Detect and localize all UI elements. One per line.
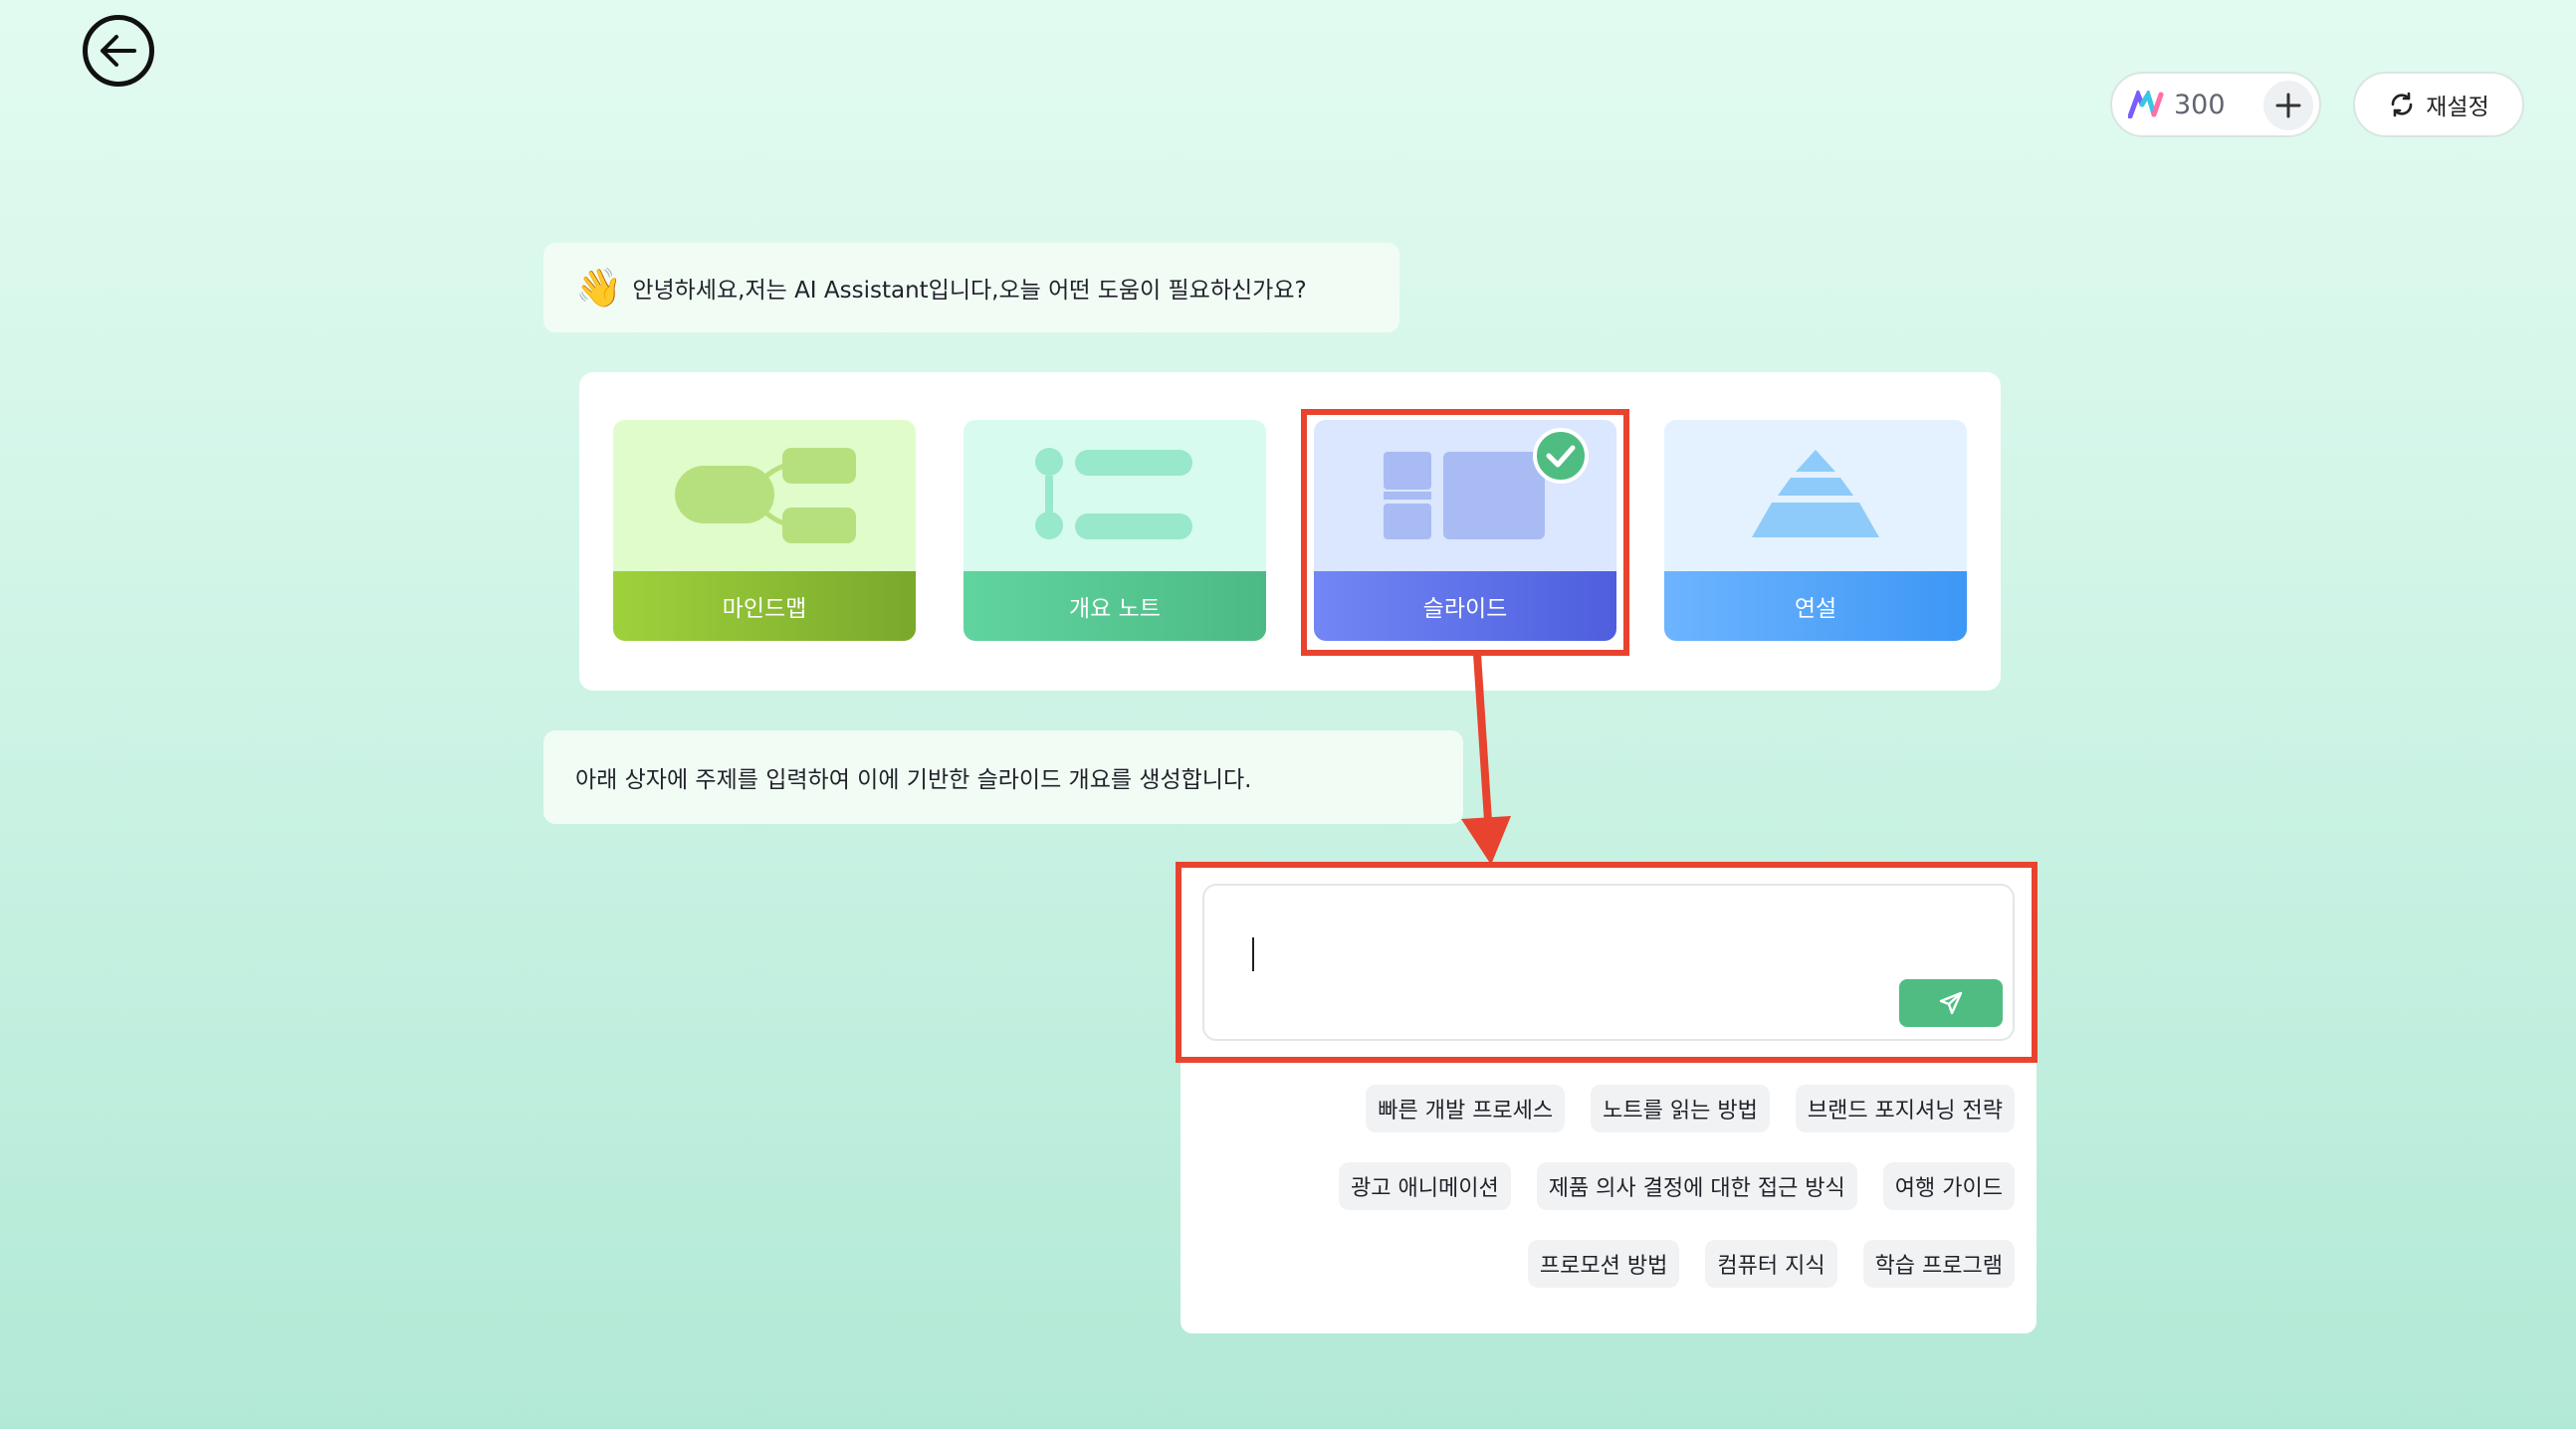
mode-label-mindmap: 마인드맵 <box>613 571 916 641</box>
mode-card-speech[interactable]: 연설 <box>1664 420 1967 641</box>
mode-selector: 마인드맵 개요 노트 슬라이드 연설 <box>579 372 2001 691</box>
suggestion-row: 광고 애니메이션 제품 의사 결정에 대한 접근 방식 여행 가이드 <box>1339 1162 2015 1210</box>
mode-label-outline-notes: 개요 노트 <box>964 571 1266 641</box>
plus-icon <box>2275 93 2301 118</box>
topic-input-panel: 빠른 개발 프로세스 노트를 읽는 방법 브랜드 포지셔닝 전략 광고 애니메이… <box>1181 862 2037 1333</box>
credits-badge: 300 <box>2110 72 2321 137</box>
reset-label: 재설정 <box>2426 95 2489 120</box>
credits-amount: 300 <box>2174 89 2226 120</box>
suggestion-chip[interactable]: 컴퓨터 지식 <box>1705 1240 1837 1288</box>
instruction-text: 아래 상자에 주제를 입력하여 이에 기반한 슬라이드 개요를 생성합니다. <box>575 767 1252 793</box>
reset-button[interactable]: 재설정 <box>2353 72 2524 137</box>
mode-card-outline-notes[interactable]: 개요 노트 <box>964 420 1266 641</box>
send-icon <box>1939 991 1963 1015</box>
mode-card-slides[interactable]: 슬라이드 <box>1314 420 1616 641</box>
mindmap-icon <box>613 420 916 571</box>
suggestion-chip[interactable]: 프로모션 방법 <box>1527 1240 1680 1288</box>
mode-card-mindmap[interactable]: 마인드맵 <box>613 420 916 641</box>
refresh-icon <box>2391 92 2413 117</box>
slides-icon <box>1314 420 1616 571</box>
suggestion-chip[interactable]: 브랜드 포지셔닝 전략 <box>1795 1085 2015 1132</box>
arrow-left-icon <box>101 35 136 67</box>
suggestion-chip[interactable]: 제품 의사 결정에 대한 접근 방식 <box>1536 1162 1857 1210</box>
suggestion-row: 빠른 개발 프로세스 노트를 읽는 방법 브랜드 포지셔닝 전략 <box>1366 1085 2015 1132</box>
waving-hand-icon: 👋 <box>575 265 623 309</box>
suggestion-chip[interactable]: 노트를 읽는 방법 <box>1591 1085 1770 1132</box>
send-button[interactable] <box>1899 979 2003 1027</box>
instruction-message: 아래 상자에 주제를 입력하여 이에 기반한 슬라이드 개요를 생성합니다. <box>543 730 1463 824</box>
suggestion-chip[interactable]: 광고 애니메이션 <box>1339 1162 1511 1210</box>
suggestion-chip[interactable]: 학습 프로그램 <box>1862 1240 2015 1288</box>
back-button[interactable] <box>83 15 154 87</box>
suggestion-chip[interactable]: 빠른 개발 프로세스 <box>1366 1085 1566 1132</box>
suggestion-row: 프로모션 방법 컴퓨터 지식 학습 프로그램 <box>1527 1240 2015 1288</box>
greeting-message: 👋 안녕하세요,저는 AI Assistant입니다,오늘 어떤 도움이 필요하… <box>543 243 1399 332</box>
suggestion-chip[interactable]: 여행 가이드 <box>1882 1162 2015 1210</box>
outline-list-icon <box>964 420 1266 571</box>
pyramid-icon <box>1664 420 1967 571</box>
text-caret <box>1252 937 1254 971</box>
topic-input-box <box>1202 884 2015 1041</box>
topic-input[interactable] <box>1226 906 1907 1009</box>
brand-logo-icon <box>2128 91 2164 118</box>
mode-label-speech: 연설 <box>1664 571 1967 641</box>
greeting-text: 안녕하세요,저는 AI Assistant입니다,오늘 어떤 도움이 필요하신가… <box>632 278 1307 304</box>
add-credits-button[interactable] <box>2263 81 2313 130</box>
mode-label-slides: 슬라이드 <box>1314 571 1616 641</box>
